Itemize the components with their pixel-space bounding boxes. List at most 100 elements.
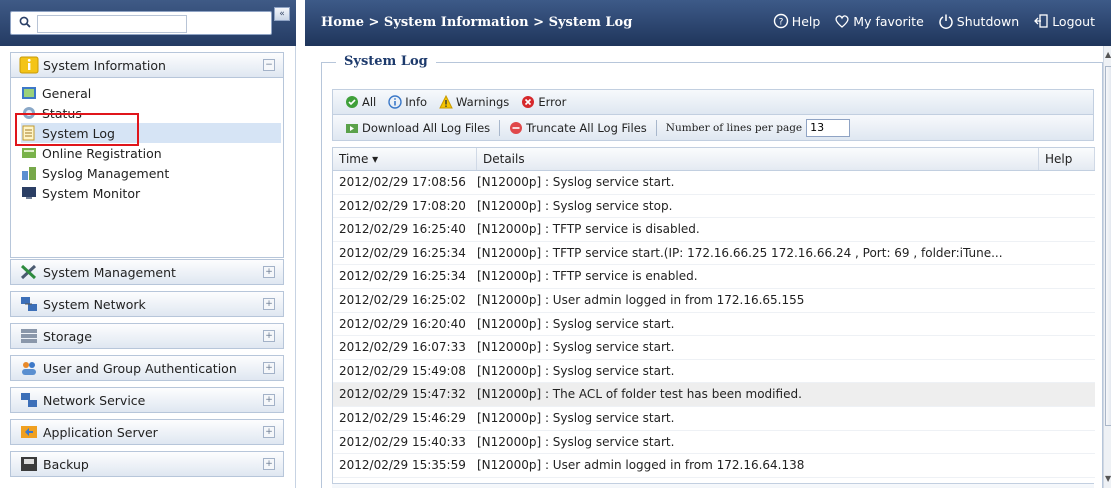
cell-time: 2012/02/29 15:35:59 — [339, 458, 466, 473]
expand-icon[interactable]: + — [263, 426, 275, 438]
download-icon — [346, 123, 358, 133]
panel-header-backup[interactable]: Backup + — [10, 451, 284, 477]
cell-details: [N12000p] : Syslog service start. — [477, 363, 675, 378]
help-icon: ? — [773, 13, 788, 29]
sidebar: « System Information − General Status Sy… — [0, 0, 296, 488]
expand-icon[interactable]: + — [263, 362, 275, 374]
sidebar-item-online-registration[interactable]: Online Registration — [21, 143, 281, 163]
breadcrumb[interactable]: Home > System Information > System Log — [321, 15, 632, 30]
my-favorite-link[interactable]: My favorite — [834, 13, 924, 29]
help-link[interactable]: ? Help — [773, 13, 820, 29]
truncate-icon — [510, 121, 523, 134]
truncate-logs-label: Truncate All Log Files — [526, 120, 647, 135]
cell-time: 2012/02/29 15:46:29 — [339, 410, 466, 425]
filter-error-label: Error — [538, 95, 567, 109]
search-bar: « — [0, 0, 296, 46]
filter-info-label: Info — [405, 95, 428, 109]
table-row[interactable]: 2012/02/29 16:07:33 [N12000p] : Syslog se… — [333, 336, 1095, 360]
collapse-sidebar-button[interactable]: « — [274, 7, 290, 21]
table-row[interactable]: 2012/02/29 15:46:29 [N12000p] : Syslog se… — [333, 407, 1095, 431]
syslog-icon — [22, 167, 36, 180]
expand-icon[interactable]: + — [263, 266, 275, 278]
table-row-highlighted[interactable]: 2012/02/29 15:47:32 [N12000p] : The ACL o… — [333, 383, 1095, 407]
system-information-panel: System Information − General Status Syst… — [10, 52, 284, 258]
toolbar-divider — [499, 119, 501, 136]
download-logs-label: Download All Log Files — [362, 120, 491, 135]
sidebar-item-label: Online Registration — [42, 145, 162, 161]
scroll-down-icon[interactable]: ▼ — [1105, 474, 1111, 483]
cell-details: [N12000p] : User admin logged in from 17… — [477, 458, 805, 473]
shutdown-label: Shutdown — [956, 13, 1020, 29]
cell-details: [N12000p] : Syslog service start. — [477, 175, 675, 189]
cell-details: [N12000p] : Syslog service start. — [477, 434, 675, 449]
scrollbar-thumb[interactable] — [1105, 66, 1111, 426]
table-row[interactable]: 2012/02/29 16:25:02 [N12000p] : User admi… — [333, 289, 1095, 313]
column-header-help[interactable]: Help — [1039, 148, 1095, 170]
sidebar-item-syslog-management[interactable]: Syslog Management — [21, 163, 281, 183]
vertical-scrollbar[interactable]: ▲ ▼ — [1103, 46, 1111, 488]
filter-info-button[interactable]: Info — [382, 95, 433, 109]
general-icon — [22, 87, 36, 99]
logout-icon — [1034, 14, 1048, 28]
all-icon — [346, 96, 358, 108]
panel-header-application-server[interactable]: Application Server + — [10, 419, 284, 445]
cell-time: 2012/02/29 15:40:33 — [339, 434, 466, 449]
sidebar-item-system-monitor[interactable]: System Monitor — [21, 183, 281, 203]
download-logs-button[interactable]: Download All Log Files — [339, 121, 496, 135]
expand-icon[interactable]: + — [263, 394, 275, 406]
table-row[interactable]: 2012/02/29 16:25:34 [N12000p] : TFTP serv… — [333, 265, 1095, 289]
panel-header-system-management[interactable]: System Management + — [10, 259, 284, 285]
lines-per-page-input[interactable] — [806, 118, 851, 137]
expand-icon[interactable]: + — [263, 330, 275, 342]
cell-time: 2012/02/29 16:25:34 — [339, 269, 466, 284]
logout-link[interactable]: Logout — [1033, 13, 1095, 29]
filter-warnings-button[interactable]: Warnings — [433, 95, 515, 109]
cell-details: [N12000p] : TFTP service is enabled. — [477, 269, 698, 284]
search-input[interactable] — [37, 15, 187, 33]
search-box — [10, 11, 272, 35]
filter-all-button[interactable]: All — [339, 95, 382, 109]
panel-label: Network Service — [43, 392, 146, 408]
panel-label: System Network — [43, 296, 146, 312]
network-service-icon — [21, 393, 37, 407]
table-row[interactable]: 2012/02/29 16:20:40 [N12000p] : Syslog se… — [333, 313, 1095, 337]
my-favorite-label: My favorite — [853, 13, 924, 29]
collapse-icon[interactable]: − — [263, 59, 275, 71]
system-log-fieldset: System Log All Info Warnings Error Downl… — [321, 54, 1103, 488]
warning-icon — [439, 95, 453, 109]
expand-icon[interactable]: + — [263, 458, 275, 470]
heart-icon — [835, 15, 849, 28]
sidebar-item-general[interactable]: General — [21, 83, 281, 103]
storage-icon — [21, 329, 37, 343]
cell-details: [N12000p] : Syslog service stop. — [477, 198, 673, 213]
column-header-details[interactable]: Details — [477, 148, 1039, 170]
column-header-time[interactable]: Time ▾ — [333, 148, 477, 170]
table-row[interactable]: 2012/02/29 15:40:33 [N12000p] : Syslog se… — [333, 431, 1095, 455]
filter-error-button[interactable]: Error — [515, 95, 572, 109]
panel-header-system-network[interactable]: System Network + — [10, 291, 284, 317]
truncate-logs-button[interactable]: Truncate All Log Files — [503, 121, 653, 135]
table-row[interactable]: 2012/02/29 17:08:56 [N12000p] : Syslog se… — [333, 171, 1095, 195]
panel-label: Storage — [43, 328, 92, 344]
panel-header-storage[interactable]: Storage + — [10, 323, 284, 349]
info-panel-icon — [19, 56, 39, 74]
scroll-up-icon[interactable]: ▲ — [1105, 50, 1111, 59]
panel-header-user-group-authentication[interactable]: User and Group Authentication + — [10, 355, 284, 381]
cell-details: [N12000p] : Syslog service start. — [477, 340, 675, 355]
panel-header-network-service[interactable]: Network Service + — [10, 387, 284, 413]
expand-icon[interactable]: + — [263, 298, 275, 310]
shutdown-link[interactable]: Shutdown — [938, 13, 1019, 29]
cell-details: [N12000p] : TFTP service start.(IP: 172.… — [477, 245, 1003, 260]
table-row[interactable]: 2012/02/29 15:49:08 [N12000p] : Syslog se… — [333, 360, 1095, 384]
cell-time: 2012/02/29 16:07:33 — [339, 340, 466, 355]
cell-details: [N12000p] : User admin logged in from 17… — [477, 292, 805, 307]
table-row[interactable]: 2012/02/29 16:25:40 [N12000p] : TFTP serv… — [333, 218, 1095, 242]
table-row[interactable]: 2012/02/29 15:35:59 [N12000p] : User admi… — [333, 454, 1095, 478]
table-row[interactable]: 2012/02/29 17:08:20 [N12000p] : Syslog se… — [333, 195, 1095, 219]
backup-icon — [21, 457, 37, 471]
table-row[interactable]: 2012/02/29 16:25:34 [N12000p] : TFTP serv… — [333, 242, 1095, 266]
panel-header-system-information[interactable]: System Information − — [10, 52, 284, 78]
highlight-box — [15, 113, 139, 146]
table-body: 2012/02/29 17:08:56 [N12000p] : Syslog se… — [333, 171, 1095, 478]
page-title: System Log — [336, 54, 436, 69]
